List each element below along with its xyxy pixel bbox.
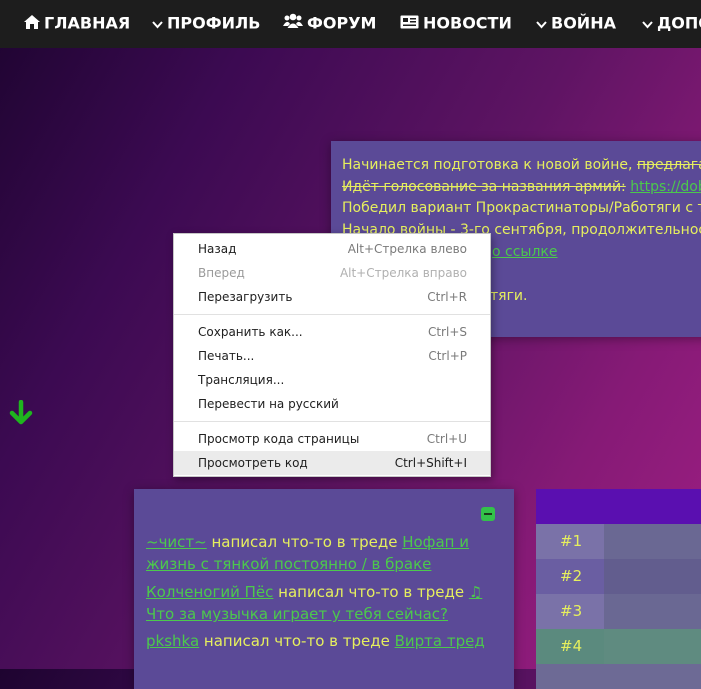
announcement-struck-text: предлагайте [636,157,701,173]
nav-news-label: НОВОСТИ [423,13,512,33]
user-link[interactable]: Колченогий Пёс [146,583,273,601]
announcement-link[interactable]: о ссылке [492,244,557,260]
menu-item-reload[interactable]: Перезагрузить Ctrl+R [174,285,490,309]
chevron-down-icon [152,13,163,35]
ranking-panel: #1 #2 #3 #4 [536,489,701,689]
thread-link[interactable]: Вирта тред [395,632,485,650]
nav-war[interactable]: ВОЙНА [536,12,616,34]
rank-cell [604,594,701,629]
ranking-row: #4 [536,629,701,664]
announcement-line-3: Победил вариант Прокрастинаторы/Работяги… [342,200,701,216]
announcement-line-6: тяги. [490,288,528,304]
menu-item-shortcut: Ctrl+P [428,349,467,363]
announcement-link-line: о ссылке [492,242,557,262]
feed-item: pkshka написал что-то в треде Вирта тред [146,630,506,652]
menu-item-shortcut: Alt+Стрелка влево [347,242,467,256]
rank-cell [604,524,701,559]
nav-home-label: ГЛАВНАЯ [44,13,131,33]
rank-cell [604,559,701,594]
rank-number: #2 [536,559,604,594]
ranking-row: #3 [536,594,701,629]
menu-item-cast[interactable]: Трансляция... [174,368,490,392]
nav-profile-label: ПРОФИЛЬ [167,13,261,33]
menu-item-shortcut: Alt+Стрелка вправо [339,266,467,280]
nav-profile[interactable]: ПРОФИЛЬ [152,12,260,34]
menu-item-label: Назад [198,242,237,256]
menu-item-shortcut: Ctrl+R [427,290,467,304]
menu-item-shortcut: Ctrl+Shift+I [394,456,467,470]
menu-item-label: Сохранить как... [198,325,303,339]
collapse-icon[interactable] [481,507,495,521]
chevron-down-icon [536,13,547,35]
context-menu: Назад Alt+Стрелка влево Вперед Alt+Стрел… [173,233,491,477]
menu-item-print[interactable]: Печать... Ctrl+P [174,344,490,368]
nav-forum[interactable]: ФОРУМ [283,12,376,34]
menu-item-back[interactable]: Назад Alt+Стрелка влево [174,237,490,261]
user-link[interactable]: ~чист~ [146,533,207,551]
home-icon [24,13,40,35]
feed-item: ~чист~ написал что-то в треде Нофап и жи… [146,531,506,575]
nav-extra[interactable]: ДОПОЛ [642,12,701,34]
nav-extra-label: ДОПОЛ [657,13,701,33]
nav-home[interactable]: ГЛАВНАЯ [24,12,130,34]
menu-item-label: Трансляция... [198,373,285,387]
ranking-header [536,489,701,524]
ranking-row: #2 [536,559,701,594]
menu-item-label: Печать... [198,349,255,363]
newspaper-icon [400,13,419,35]
menu-item-save-as[interactable]: Сохранить как... Ctrl+S [174,320,490,344]
rank-number: #4 [536,629,604,664]
menu-item-shortcut: Ctrl+U [426,432,467,446]
user-link[interactable]: pkshka [146,632,199,650]
arrow-down-icon[interactable] [8,399,34,426]
menu-separator [174,421,490,422]
menu-item-label: Перезагрузить [198,290,293,304]
feed-action-text: написал что-то в треде [199,632,395,650]
menu-item-translate[interactable]: Перевести на русский [174,392,490,416]
nav-war-label: ВОЙНА [551,13,616,33]
menu-item-forward: Вперед Alt+Стрелка вправо [174,261,490,285]
ranking-row: #1 [536,524,701,559]
menu-item-view-source[interactable]: Просмотр кода страницы Ctrl+U [174,427,490,451]
menu-item-inspect[interactable]: Просмотреть код Ctrl+Shift+I [174,451,490,475]
announcement-line-2: Идёт голосование за названия армий: http… [342,177,701,197]
rank-cell [604,629,701,664]
chevron-down-icon [642,13,653,35]
users-icon [283,13,303,35]
nav-forum-label: ФОРУМ [307,13,377,33]
feed-action-text: написал что-то в треде [206,533,403,551]
menu-item-label: Перевести на русский [198,397,339,411]
menu-item-shortcut: Ctrl+S [427,325,467,339]
rank-number: #1 [536,524,604,559]
vote-link[interactable]: https://dobro [630,179,701,195]
announcement-line-1: Начинается подготовка к новой войне, пре… [342,155,701,175]
menu-item-label: Просмотреть код [198,456,308,470]
menu-separator [174,314,490,315]
rank-number: #3 [536,594,604,629]
feed-action-text: написал что-то в треде [273,583,469,601]
top-navbar: ГЛАВНАЯ ПРОФИЛЬ ФОРУМ НОВОСТИ ВОЙНА ДОПО… [0,0,701,48]
menu-item-label: Вперед [198,266,245,280]
menu-item-label: Просмотр кода страницы [198,432,360,446]
announcement-struck-text: Идёт голосование за названия армий: [342,179,626,195]
announcement-text: Начинается подготовка к новой войне, [342,157,637,173]
nav-news[interactable]: НОВОСТИ [400,12,512,34]
feed-item: Колченогий Пёс написал что-то в треде ♫ … [146,581,506,625]
activity-feed: ~чист~ написал что-то в треде Нофап и жи… [134,489,514,689]
